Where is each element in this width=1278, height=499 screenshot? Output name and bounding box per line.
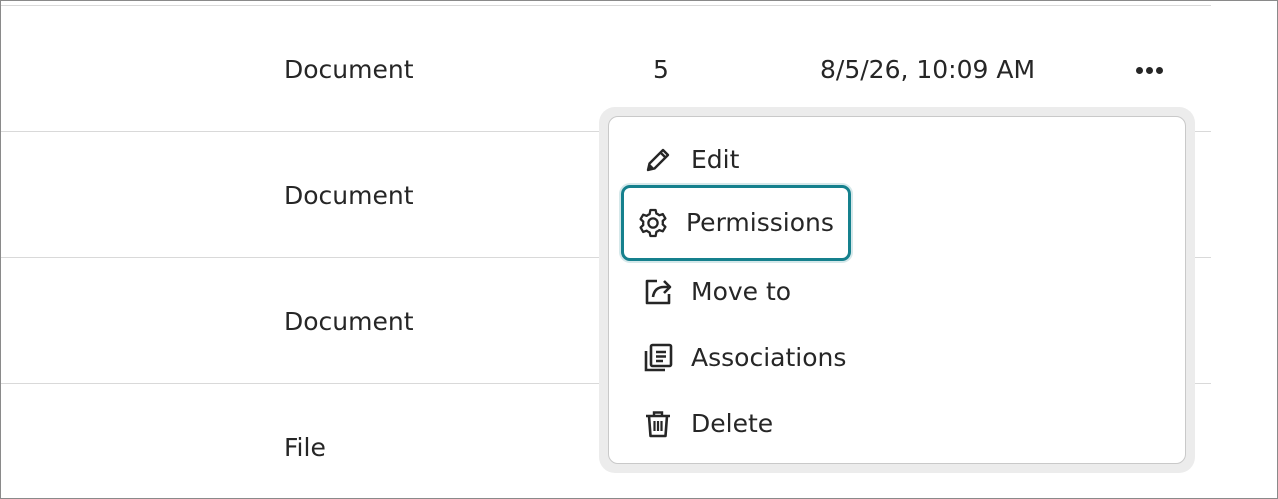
row-1-type: Document — [284, 55, 414, 84]
trash-icon — [641, 407, 675, 441]
row-3-type: Document — [284, 307, 414, 336]
more-dot — [1145, 66, 1153, 74]
row-2-type: Document — [284, 181, 414, 210]
menu-item-label: Delete — [691, 409, 774, 438]
menu-item-delete[interactable]: Delete — [631, 401, 783, 447]
menu-item-associations[interactable]: Associations — [631, 335, 856, 381]
more-horizontal-icon — [1135, 66, 1143, 74]
row-divider — [1, 5, 1211, 6]
gear-icon — [636, 206, 670, 240]
menu-item-label: Move to — [691, 277, 792, 306]
move-to-icon — [641, 275, 675, 309]
menu-item-permissions[interactable]: Permissions — [621, 185, 851, 261]
more-dot — [1155, 66, 1163, 74]
associations-icon — [641, 341, 675, 375]
pencil-icon — [641, 143, 675, 177]
row-4-type: File — [284, 433, 326, 462]
more-actions-button[interactable] — [1127, 53, 1171, 87]
content-table: Document 5 8/5/26, 10:09 AM Document Doc… — [0, 0, 1278, 499]
row-1-date: 8/5/26, 10:09 AM — [820, 55, 1036, 84]
menu-item-label: Associations — [691, 343, 847, 372]
menu-item-label: Edit — [691, 145, 740, 174]
context-menu: Edit Permissions Move to Associations De… — [608, 116, 1186, 464]
menu-item-edit[interactable]: Edit — [631, 137, 749, 183]
menu-item-label: Permissions — [686, 208, 834, 237]
row-1-count: 5 — [653, 55, 669, 84]
menu-item-move-to[interactable]: Move to — [631, 269, 801, 315]
